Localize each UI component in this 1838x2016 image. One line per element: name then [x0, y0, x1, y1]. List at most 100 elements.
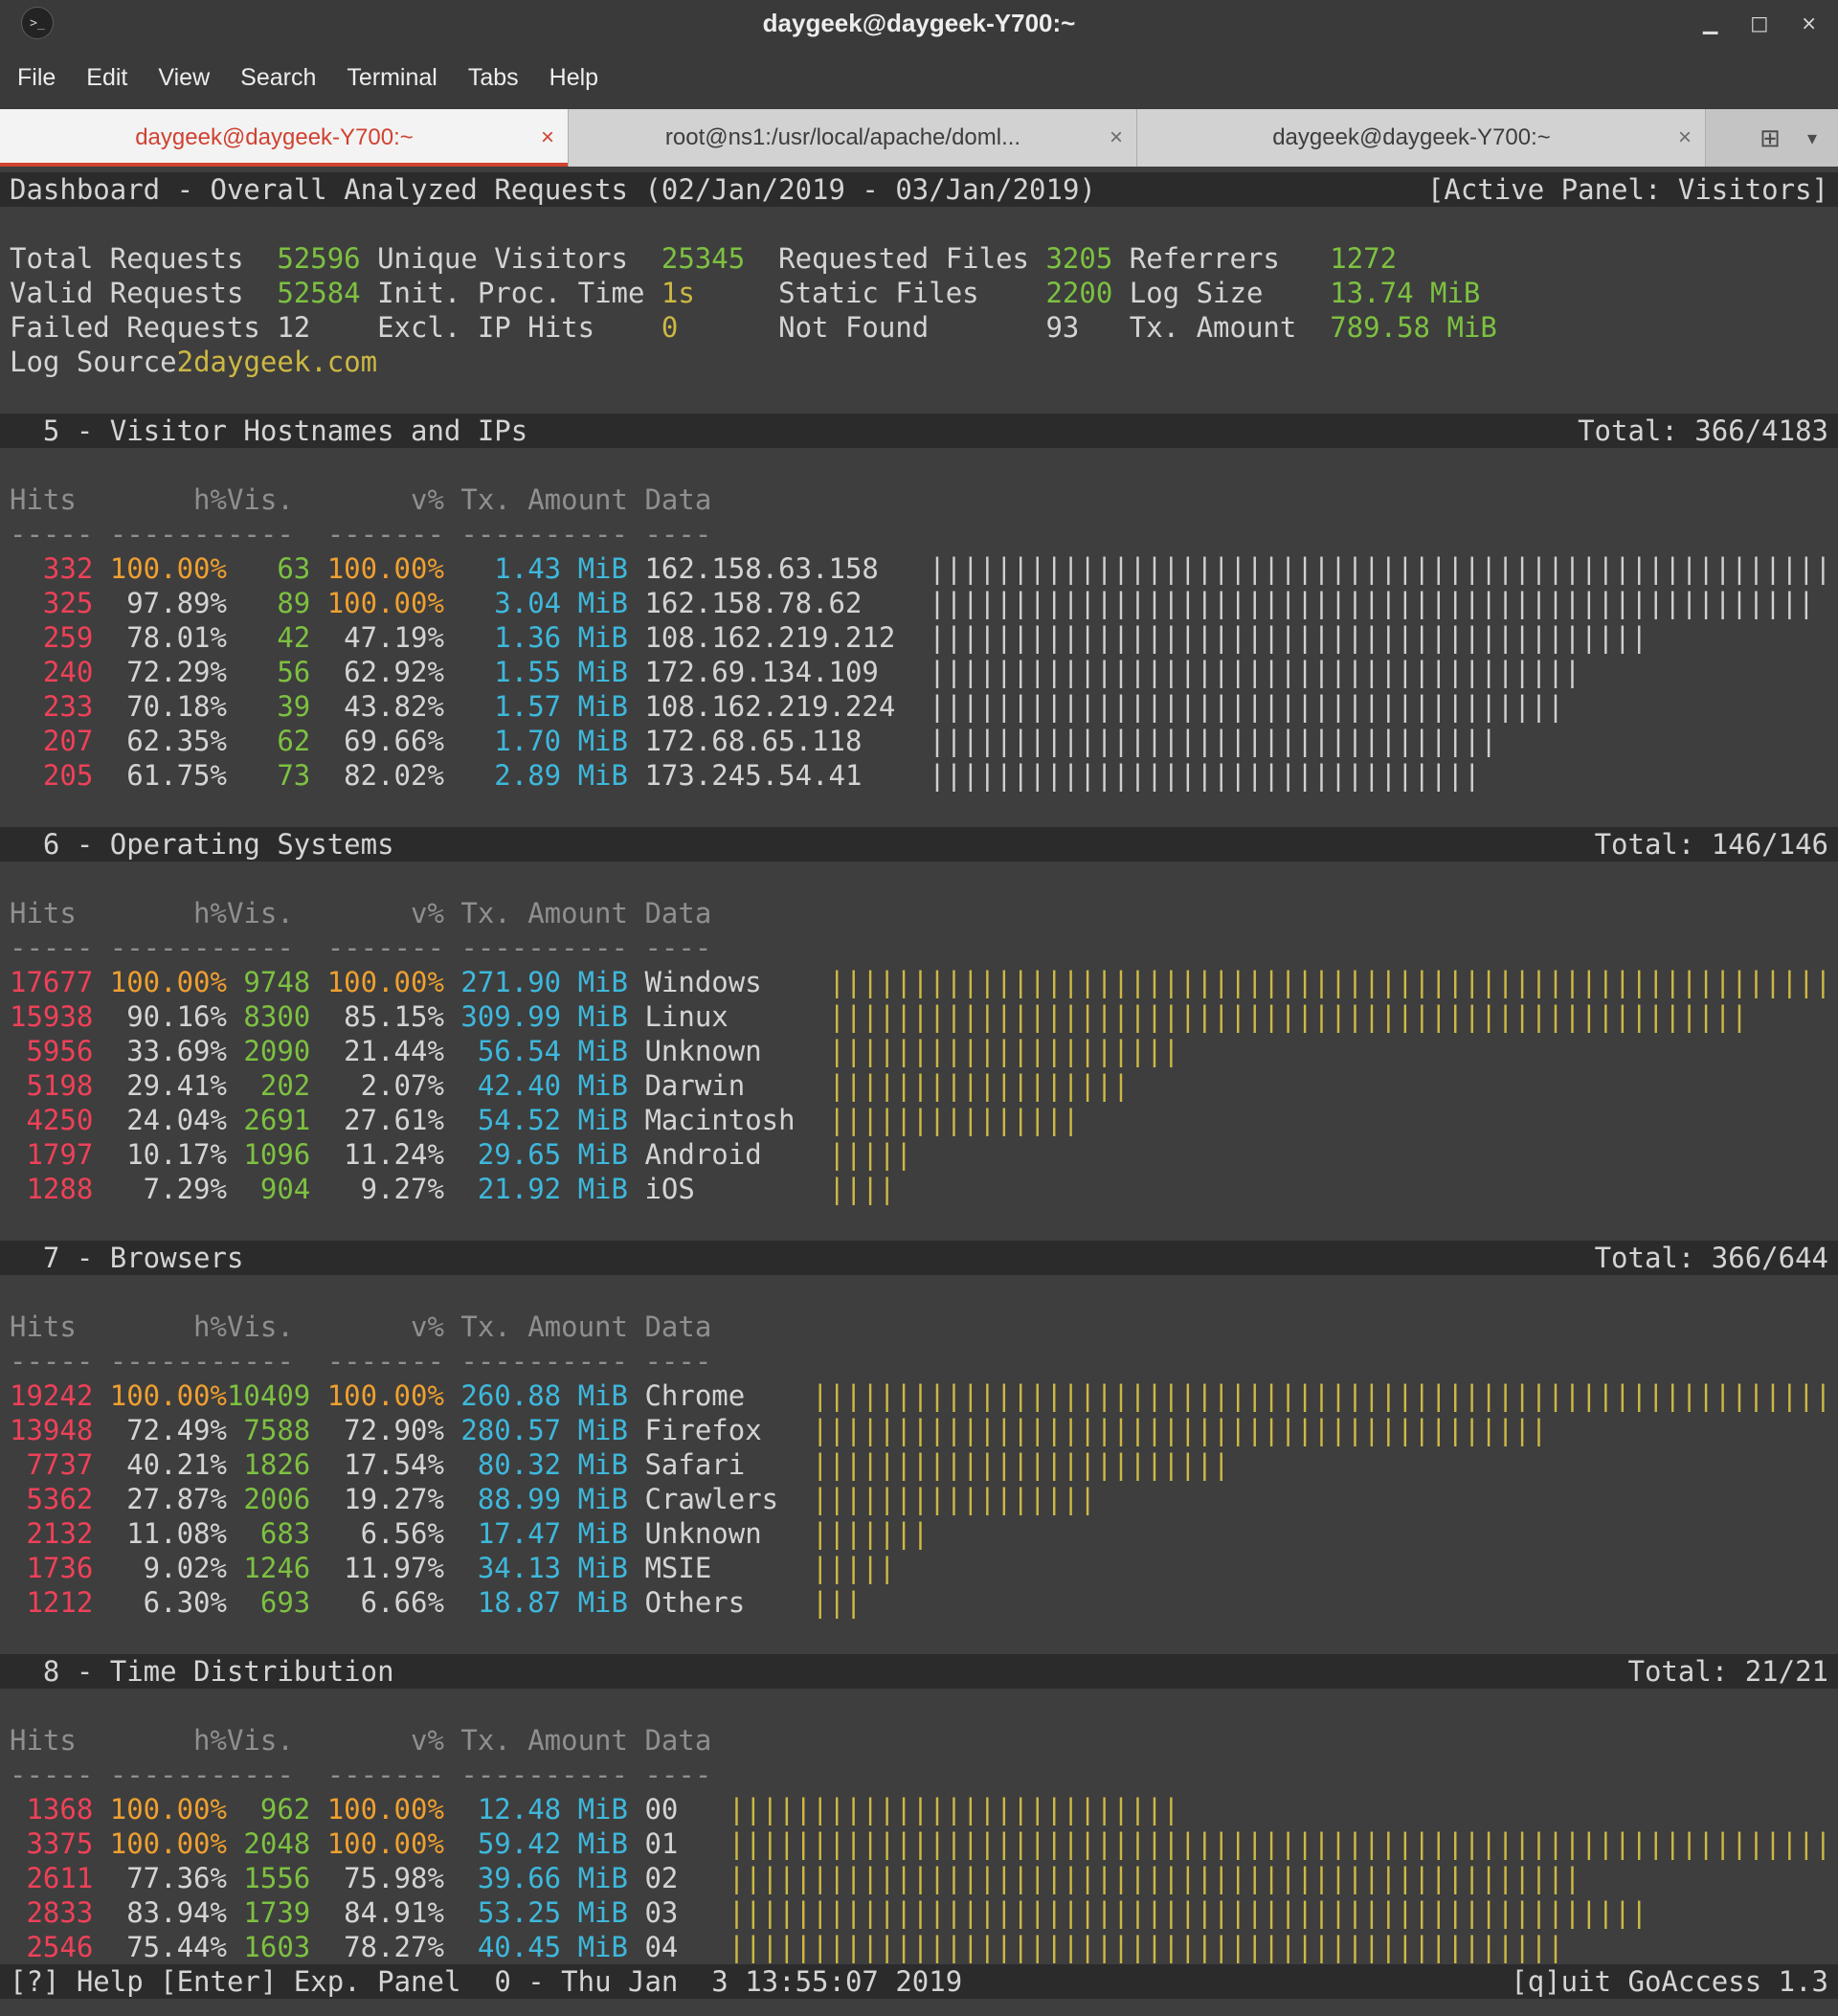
- tab-strip: daygeek@daygeek-Y700:~×root@ns1:/usr/loc…: [0, 109, 1706, 167]
- column-ruler-row: -------------------------------------: [0, 517, 1838, 551]
- row-data-label: 04: [644, 1930, 711, 1964]
- hits-value: 3375: [10, 1826, 93, 1861]
- footer-help: [?] Help [Enter] Exp. Panel 0 - Thu Jan …: [10, 1964, 962, 1999]
- row-data-label: 172.69.134.109: [644, 655, 911, 689]
- panel-header: 7 - BrowsersTotal: 366/644: [0, 1241, 1838, 1275]
- summary-label: Unique Visitors: [377, 241, 661, 276]
- tx-amount-value: 1.43 MiB: [444, 551, 628, 586]
- minimize-icon[interactable]: ▁: [1703, 11, 1717, 34]
- col-visitors: Vis.: [227, 896, 310, 930]
- blank-line: [0, 1275, 1838, 1310]
- summary-cell: Requested Files3205: [778, 241, 1130, 276]
- tab-label: root@ns1:/usr/local/apache/doml...: [582, 124, 1104, 151]
- visitors-percent: 43.82%: [310, 689, 444, 724]
- tab-close-icon[interactable]: ×: [1110, 124, 1123, 151]
- menu-tabs[interactable]: Tabs: [453, 56, 534, 100]
- tab-close-icon[interactable]: ×: [1678, 124, 1692, 151]
- visitors-percent: 21.44%: [310, 1034, 444, 1068]
- footer-version: [q]uit GoAccess 1.3: [1511, 1964, 1828, 1999]
- table-row: 23370.18%3943.82%1.57 MiB108.162.219.224…: [0, 689, 1838, 724]
- summary-label: Total Requests: [10, 241, 277, 276]
- panel-total: Total: 366/644: [1595, 1241, 1828, 1275]
- blank-line: [0, 1620, 1838, 1654]
- blank-line: [0, 207, 1838, 241]
- hits-value: 5198: [10, 1068, 93, 1103]
- hits-percent: 24.04%: [93, 1103, 227, 1137]
- tab-list-chevron-down-icon[interactable]: ▾: [1807, 126, 1817, 150]
- hits-value: 15938: [10, 999, 93, 1034]
- col-visitors: ----: [227, 930, 310, 965]
- row-data-label: 162.158.78.62: [644, 586, 911, 620]
- terminal-screen[interactable]: Dashboard - Overall Analyzed Requests (0…: [0, 167, 1838, 2016]
- tabbar: daygeek@daygeek-Y700:~×root@ns1:/usr/loc…: [0, 109, 1838, 167]
- summary-cell: Static Files2200: [778, 276, 1130, 310]
- bar-chart: |||||||||||||||: [828, 1103, 1838, 1137]
- row-data-label: Firefox: [644, 1413, 795, 1447]
- visitors-percent: 6.66%: [310, 1585, 444, 1620]
- table-row: 1394872.49%758872.90%280.57 MiBFirefox||…: [0, 1413, 1838, 1447]
- tab-actions: ⊞ ▾: [1738, 109, 1838, 167]
- bar-chart: ||||||||||||||||||||||||||||||||||: [929, 724, 1838, 758]
- summary-value: 12: [277, 310, 310, 345]
- bar-chart: |||||||||||||||||||||||||||: [728, 1792, 1838, 1826]
- summary-label: Log Size: [1130, 276, 1331, 310]
- menu-view[interactable]: View: [143, 56, 225, 100]
- col-hits-percent: h%: [93, 1723, 227, 1758]
- table-row: 1593890.16%830085.15%309.99 MiBLinux||||…: [0, 999, 1838, 1034]
- summary-cell: Unique Visitors25345: [377, 241, 778, 276]
- col-hits: Hits: [10, 1310, 93, 1344]
- tx-amount-value: 1.36 MiB: [444, 620, 628, 655]
- menu-edit[interactable]: Edit: [71, 56, 143, 100]
- visitors-percent: 72.90%: [310, 1413, 444, 1447]
- menu-help[interactable]: Help: [534, 56, 614, 100]
- visitors-value: 89: [227, 586, 310, 620]
- col-tx-amount: Tx. Amount: [444, 896, 628, 930]
- hits-percent: 29.41%: [93, 1068, 227, 1103]
- bar-chart: |||||||||||||||||||||||||||||||||: [929, 758, 1838, 793]
- bar-chart: |||||||||||||||||||||: [828, 1034, 1838, 1068]
- tab-3[interactable]: daygeek@daygeek-Y700:~×: [1137, 109, 1706, 167]
- visitors-value: 7588: [227, 1413, 310, 1447]
- tx-amount-value: 80.32 MiB: [444, 1447, 628, 1482]
- new-tab-icon[interactable]: ⊞: [1760, 123, 1781, 153]
- bar-chart: |||||||||||||||||||||||||: [812, 1447, 1838, 1482]
- table-row: 32597.89%89100.00%3.04 MiB162.158.78.62|…: [0, 586, 1838, 620]
- window-controls: ▁ □ ×: [1703, 0, 1817, 46]
- menu-file[interactable]: File: [2, 56, 71, 100]
- hits-percent: 40.21%: [93, 1447, 227, 1482]
- tx-amount-value: 18.87 MiB: [444, 1585, 628, 1620]
- col-hits: Hits: [10, 1723, 93, 1758]
- visitors-percent: 75.98%: [310, 1861, 444, 1895]
- visitors-percent: 9.27%: [310, 1172, 444, 1206]
- panel-header: 6 - Operating SystemsTotal: 146/146: [0, 827, 1838, 862]
- hits-percent: 11.08%: [93, 1516, 227, 1551]
- tab-2[interactable]: root@ns1:/usr/local/apache/doml...×: [569, 109, 1137, 167]
- close-icon[interactable]: ×: [1801, 11, 1817, 34]
- menu-terminal[interactable]: Terminal: [331, 56, 452, 100]
- visitors-value: 1096: [227, 1137, 310, 1172]
- visitors-percent: 11.97%: [310, 1551, 444, 1585]
- menu-search[interactable]: Search: [225, 56, 331, 100]
- visitors-percent: 100.00%: [310, 1792, 444, 1826]
- blank-line: [0, 1206, 1838, 1241]
- bar-chart: ||||||||||||||||||||||||||||||||||||||||…: [929, 620, 1838, 655]
- table-row: 3375100.00%2048100.00%59.42 MiB01|||||||…: [0, 1826, 1838, 1861]
- hits-percent: 33.69%: [93, 1034, 227, 1068]
- summary-label: Referrers: [1130, 241, 1331, 276]
- col-hits-percent: -------: [93, 1344, 227, 1378]
- tab-1[interactable]: daygeek@daygeek-Y700:~×: [0, 109, 569, 167]
- visitors-value: 1739: [227, 1895, 310, 1930]
- hits-percent: 10.17%: [93, 1137, 227, 1172]
- table-row: 332100.00%63100.00%1.43 MiB162.158.63.15…: [0, 551, 1838, 586]
- tx-amount-value: 12.48 MiB: [444, 1792, 628, 1826]
- col-visitors: Vis.: [227, 482, 310, 517]
- tab-label: daygeek@daygeek-Y700:~: [1151, 124, 1672, 151]
- row-data-label: Macintosh: [644, 1103, 812, 1137]
- hits-value: 1736: [10, 1551, 93, 1585]
- tab-close-icon[interactable]: ×: [541, 124, 554, 151]
- tab-label: daygeek@daygeek-Y700:~: [13, 124, 535, 151]
- summary-cell: Not Found93: [778, 310, 1130, 345]
- hits-percent: 27.87%: [93, 1482, 227, 1516]
- maximize-icon[interactable]: □: [1750, 11, 1768, 34]
- hits-value: 332: [10, 551, 93, 586]
